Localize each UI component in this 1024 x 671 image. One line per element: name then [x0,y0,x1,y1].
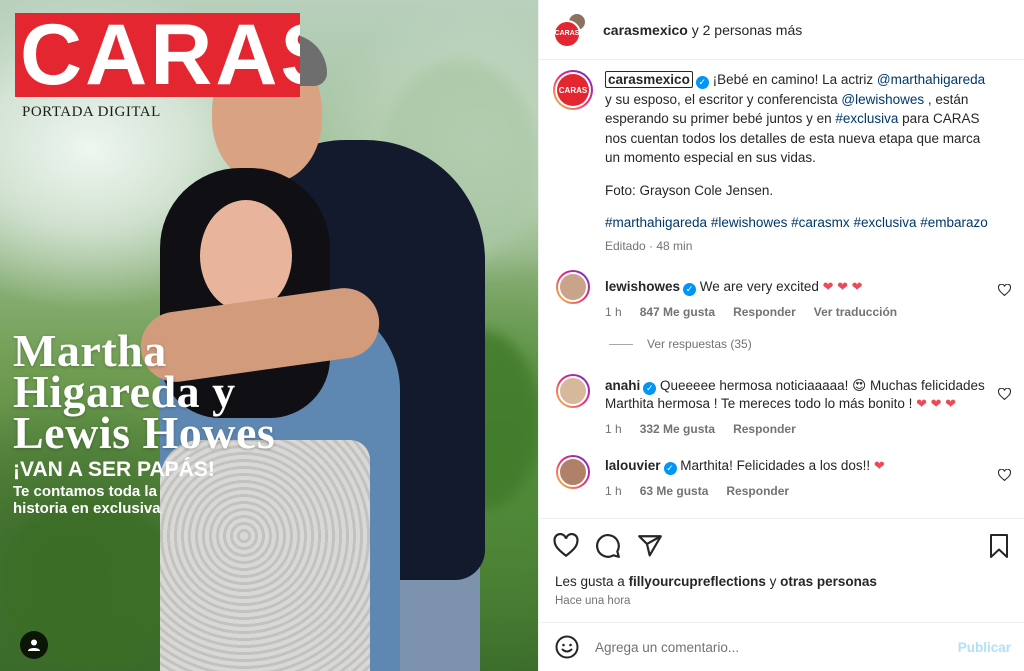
comment-username[interactable]: anahi [605,378,640,393]
reply-button[interactable]: Responder [733,421,796,439]
view-replies-toggle[interactable]: Ver respuestas (35) [609,337,752,351]
collaborator-avatars[interactable]: CARAS [553,11,589,48]
like-comment-heart-icon[interactable] [998,469,1011,481]
heart-emojis: ❤ ❤ ❤ [916,396,957,411]
comment-time: 1 h [605,305,622,319]
caption-text: y su esposo, el escritor y conferencista [605,91,842,107]
caption-text: ¡Bebé en camino! La actriz [712,72,877,87]
cover-edition: PORTADA DIGITAL [22,104,161,120]
verified-badge-icon: ✓ [643,382,657,395]
save-bookmark-icon[interactable] [987,533,1011,559]
likes-prefix: Les gusta a [555,574,629,589]
comment-likes[interactable]: 332 Me gusta [640,421,715,439]
hashtag-link[interactable]: #carasmx [791,215,850,230]
hashtag-link[interactable]: #lewishowes [711,215,788,230]
comment-likes[interactable]: 63 Me gusta [640,483,709,501]
commenter-avatar[interactable] [556,455,590,489]
likes-others-link[interactable]: otras personas [780,574,877,589]
comment-text: Marthita! Felicidades a los dos!! [680,458,874,473]
caras-logo: CARAS [15,13,300,97]
reply-button[interactable]: Responder [726,483,789,501]
translate-button[interactable]: Ver traducción [814,304,897,322]
commenter-avatar[interactable] [556,270,590,304]
tagged-users-button[interactable] [20,631,48,659]
comment-item: lalouvier ✓ Marthita! Felicidades a los d… [553,455,1013,501]
caption-avatar[interactable]: CARAS [553,70,593,110]
post-panel: CARAS carasmexico y 2 personas más CARAS… [538,0,1024,671]
likes-suffix: y [765,574,781,589]
caption-body: carasmexico ✓ ¡Bebé en camino! La actriz … [605,70,989,256]
post-image[interactable]: CARAS PORTADA DIGITAL Martha Higareda y … [0,0,538,671]
commenter-avatar[interactable] [556,374,590,408]
post-timestamp[interactable]: Hace una hora [555,595,630,607]
post-header: CARAS carasmexico y 2 personas más [539,0,1024,60]
comment-username[interactable]: lewishowes [605,279,680,294]
cover-tagline: Te contamos toda la historia en exclusiv… [13,483,161,517]
replies-divider [609,343,633,345]
comment-input[interactable] [595,639,935,655]
user-icon [28,639,40,651]
comment-composer: Publicar [539,622,1024,671]
post-authors: carasmexico y 2 personas más [603,22,802,38]
like-heart-icon[interactable] [553,533,579,559]
headline-line: Higareda y [13,366,236,417]
post-comment-button[interactable]: Publicar [958,640,1011,655]
comment-time: 1 h [605,421,622,436]
comment-item: anahi ✓ Queeeee hermosa noticiaaaaa! 😍 Mu… [553,374,1013,438]
verified-badge-icon: ✓ [683,283,697,296]
woman-face [200,200,292,312]
comment-likes[interactable]: 847 Me gusta [640,304,715,322]
comment-meta: 1 h 332 Me gusta Responder [605,421,985,439]
comment-username[interactable]: lalouvier [605,458,661,473]
likes-summary: Les gusta a fillyourcupreflections y otr… [555,574,877,589]
like-comment-heart-icon[interactable] [998,284,1011,296]
verified-badge-icon: ✓ [663,462,677,475]
co-authors-link[interactable]: y 2 personas más [688,22,803,38]
heart-emojis: ❤ ❤ ❤ [822,279,863,294]
hashtag-link[interactable]: #embarazo [920,215,988,230]
headline-line: Martha [13,325,167,376]
mention-link[interactable]: @marthahigareda [877,72,985,87]
post-actions: Les gusta a fillyourcupreflections y otr… [539,518,1024,622]
mention-link[interactable]: @lewishowes [841,92,924,107]
emoji-icon[interactable] [555,635,579,659]
heart-emojis: ❤ [873,458,885,473]
verified-badge-icon: ✓ [695,76,709,89]
reply-button[interactable]: Responder [733,304,796,322]
caption-username[interactable]: carasmexico [605,71,693,88]
photo-credit: Foto: Grayson Cole Jensen. [605,182,774,198]
comment-item: lewishowes ✓ We are very excited ❤ ❤ ❤ 1 … [553,270,1013,322]
comment-text: We are very excited [699,279,819,294]
share-icon[interactable] [637,533,663,559]
comment-meta: 1 h 63 Me gusta Responder [605,483,985,501]
hashtag-list: #marthahigareda #lewishowes #carasmx #ex… [605,213,989,233]
comment-icon[interactable] [595,533,621,559]
author-username[interactable]: carasmexico [603,22,688,38]
hashtag-link[interactable]: #exclusiva [853,215,916,230]
caption: CARAS carasmexico ✓ ¡Bebé en camino! La a… [553,70,1013,256]
view-replies-label: Ver respuestas (35) [647,337,752,351]
comment-time: 1 h [605,484,622,498]
caras-avatar-logo: CARAS [557,74,589,106]
comment-meta: 1 h 847 Me gusta Responder Ver traducció… [605,304,985,322]
headline-line: Lewis Howes [13,407,276,458]
liker-username[interactable]: fillyourcupreflections [629,574,766,589]
hashtag-link[interactable]: #marthahigareda [605,215,707,230]
caption-meta: Editado · 48 min [605,238,693,253]
account-avatar: CARAS [553,19,581,48]
hashtag-link[interactable]: #exclusiva [835,111,898,126]
like-comment-heart-icon[interactable] [998,388,1011,400]
cover-subheadline: ¡VAN A SER PAPÁS! [13,458,215,481]
cover-headline: Martha Higareda y Lewis Howes [13,325,313,458]
